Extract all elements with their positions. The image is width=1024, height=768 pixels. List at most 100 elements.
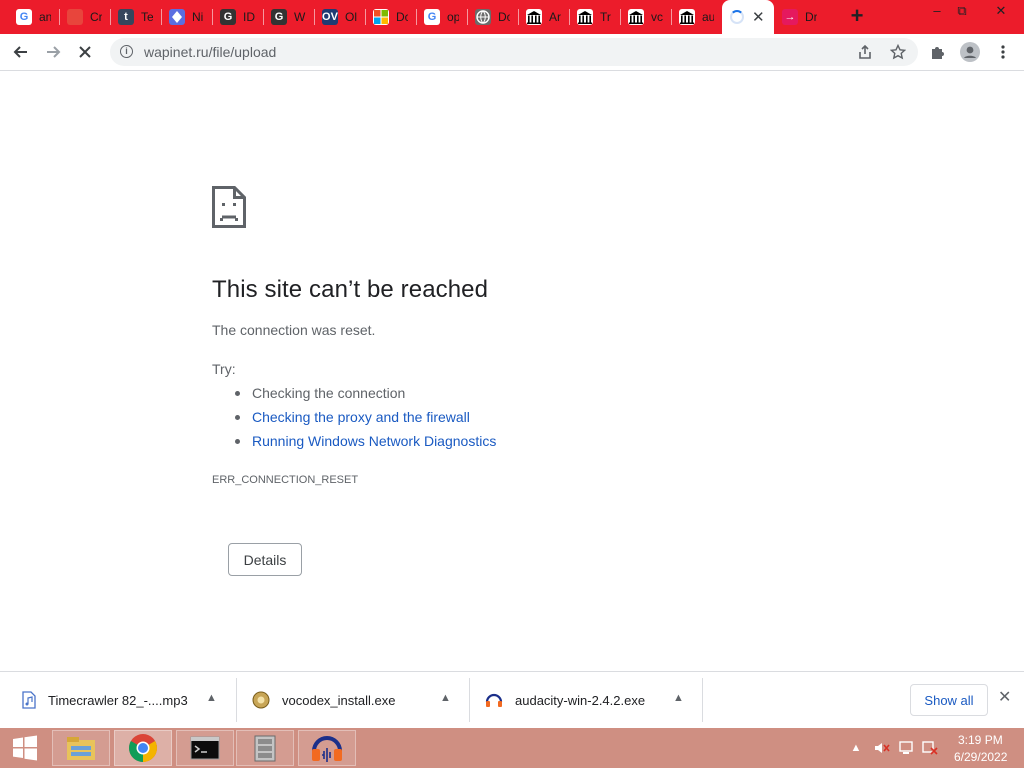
download-item[interactable]: audacity-win-2.4.2.exe ▲	[485, 678, 684, 722]
archive-icon	[526, 9, 542, 25]
error-code: ERR_CONNECTION_RESET	[212, 474, 359, 486]
new-tab-button[interactable]: +	[846, 5, 868, 28]
tab-title: vc	[651, 10, 663, 24]
tab[interactable]: GW	[263, 0, 314, 34]
arrow-right-icon: →	[782, 9, 798, 25]
clock-time[interactable]: 3:19 PM	[958, 733, 1003, 747]
taskbar-app-chrome[interactable]	[114, 730, 172, 766]
pen-nib-icon	[169, 9, 185, 25]
details-button[interactable]: Details	[228, 543, 302, 576]
tab-title: Cr	[90, 10, 102, 24]
tab-title: op	[447, 10, 459, 24]
tab[interactable]: Tr	[569, 0, 620, 34]
forward-button[interactable]	[40, 39, 66, 65]
tab-title: au	[702, 10, 714, 24]
bookmark-button[interactable]	[885, 39, 911, 65]
divider	[702, 678, 703, 722]
error-description: The connection was reset.	[212, 322, 376, 338]
chevron-up-icon[interactable]: ▲	[206, 692, 217, 704]
tab[interactable]: Ni	[161, 0, 212, 34]
extensions-button[interactable]	[925, 39, 951, 65]
taskbar: ▲ 3:19 PM 6/29/2022	[0, 728, 1024, 768]
action-center-icon[interactable]	[922, 740, 938, 756]
close-icon	[79, 46, 91, 58]
tumblr-icon: t	[118, 9, 134, 25]
taskbar-app-audacity[interactable]	[298, 730, 356, 766]
google-icon: G	[424, 9, 440, 25]
restore-button[interactable]: ⧉	[947, 2, 977, 20]
tab[interactable]: Gop	[416, 0, 467, 34]
puzzle-icon	[932, 47, 944, 59]
tab[interactable]: Dc	[365, 0, 416, 34]
show-all-button[interactable]: Show all	[910, 684, 988, 716]
chevron-up-icon[interactable]: ▲	[673, 692, 684, 704]
volume-muted-icon[interactable]	[874, 740, 890, 756]
network-icon[interactable]	[898, 740, 914, 756]
archive-app-icon	[254, 735, 276, 762]
microsoft-icon	[373, 9, 389, 25]
tab-close-icon[interactable]: ✕	[752, 10, 765, 25]
google-icon: G	[16, 9, 32, 25]
tab-title: Tr	[600, 10, 611, 24]
share-button[interactable]	[852, 39, 878, 65]
loading-spinner-icon	[730, 10, 744, 24]
error-title: This site can’t be reached	[212, 276, 489, 303]
back-button[interactable]	[8, 39, 34, 65]
tab[interactable]: au	[671, 0, 722, 34]
tab-title: Ar	[549, 10, 561, 24]
tab-active[interactable]: ✕	[722, 0, 774, 34]
chevron-up-icon[interactable]: ▲	[440, 692, 451, 704]
more-vert-icon	[1001, 45, 1005, 59]
suggestion-item: Checking the proxy and the firewall	[232, 408, 496, 432]
download-item[interactable]: Timecrawler 82_-....mp3 ▲	[22, 678, 217, 722]
address-bar[interactable]: i wapinet.ru/file/upload	[110, 38, 918, 66]
divider	[469, 678, 470, 722]
profile-button[interactable]	[957, 39, 983, 65]
tab[interactable]: Cr	[59, 0, 110, 34]
windows-logo-icon	[13, 735, 37, 761]
download-shelf: Timecrawler 82_-....mp3 ▲ vocodex_instal…	[0, 671, 1024, 728]
tab[interactable]: vc	[620, 0, 671, 34]
tab[interactable]: t Te	[110, 0, 161, 34]
close-window-button[interactable]: ✕	[986, 2, 1016, 20]
tab-title: Do	[498, 10, 510, 24]
taskbar-app-cmd[interactable]	[176, 730, 234, 766]
clock-date[interactable]: 6/29/2022	[954, 750, 1007, 764]
tab-title: W	[294, 10, 306, 24]
tab-title: Te	[141, 10, 153, 24]
tab-title: Dc	[396, 10, 408, 24]
taskbar-app-archive[interactable]	[236, 730, 294, 766]
tab[interactable]: Do	[467, 0, 518, 34]
info-icon[interactable]: i	[120, 45, 133, 58]
globe-icon	[475, 9, 491, 25]
ov-icon: OV	[322, 9, 338, 25]
archive-icon	[679, 9, 695, 25]
taskbar-app-explorer[interactable]	[52, 730, 110, 766]
download-item[interactable]: vocodex_install.exe ▲	[252, 678, 451, 722]
suggestion-item: Running Windows Network Diagnostics	[232, 432, 496, 456]
url-text[interactable]: wapinet.ru/file/upload	[144, 44, 276, 60]
tab[interactable]: Ar	[518, 0, 569, 34]
tab[interactable]: G ID	[212, 0, 263, 34]
suggestion-check-proxy-link[interactable]: Checking the proxy and the firewall	[252, 409, 470, 425]
tab[interactable]: OV Ol	[314, 0, 365, 34]
browser-toolbar: i wapinet.ru/file/upload	[0, 34, 1024, 71]
menu-button[interactable]	[990, 39, 1016, 65]
stop-loading-button[interactable]	[72, 39, 98, 65]
g-logo-icon: G	[220, 9, 236, 25]
download-filename: audacity-win-2.4.2.exe	[515, 692, 646, 708]
suggestion-network-diagnostics-link[interactable]: Running Windows Network Diagnostics	[252, 433, 496, 449]
tab-title: Ni	[192, 10, 204, 24]
audio-file-icon	[22, 691, 36, 709]
tab-title: Ol	[345, 10, 357, 24]
start-button[interactable]	[0, 728, 50, 768]
tab[interactable]: → Dr	[774, 0, 825, 34]
close-icon[interactable]: ✕	[998, 690, 1011, 706]
chrome-icon	[129, 734, 157, 762]
audacity-icon	[312, 736, 342, 762]
tab[interactable]: Gan	[8, 0, 59, 34]
try-label: Try:	[212, 361, 236, 377]
show-hidden-icons-icon[interactable]: ▲	[848, 740, 864, 756]
download-filename: vocodex_install.exe	[282, 692, 396, 708]
file-explorer-icon	[67, 737, 95, 760]
